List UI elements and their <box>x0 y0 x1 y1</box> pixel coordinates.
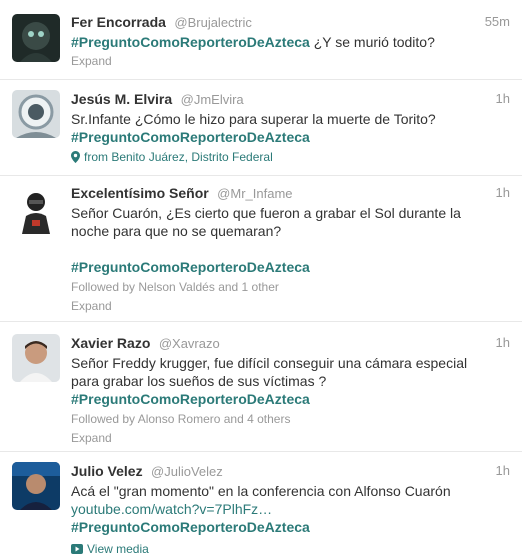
username[interactable]: @Xavrazo <box>159 336 220 351</box>
tweet[interactable]: Xavier Razo @Xavrazo 1h Señor Freddy kru… <box>0 322 522 452</box>
view-media-link[interactable]: View media <box>71 540 510 558</box>
tweet-header: Excelentísimo Señor @Mr_Infame 1h <box>71 184 510 202</box>
tweet-content: Julio Velez @JulioVelez 1h Acá el "gran … <box>71 462 510 558</box>
geo-location-text: from Benito Juárez, Distrito Federal <box>84 150 273 164</box>
tweet-content: Excelentísimo Señor @Mr_Infame 1h Señor … <box>71 184 510 315</box>
geo-location[interactable]: from Benito Juárez, Distrito Federal <box>71 148 510 166</box>
followed-by[interactable]: Followed by Alonso Romero and 4 others <box>71 410 510 428</box>
tweet[interactable]: Jesús M. Elvira @JmElvira 1h Sr.Infante … <box>0 80 522 176</box>
expand-link[interactable]: Expand <box>71 297 510 315</box>
tweet-text: #PreguntoComoReporteroDeAzteca ¿Y se mur… <box>71 33 510 51</box>
tweet-text: Señor Cuarón, ¿Es cierto que fueron a gr… <box>71 204 510 276</box>
hashtag-link[interactable]: #PreguntoComoReporteroDeAzteca <box>71 259 310 275</box>
avatar[interactable] <box>12 334 60 382</box>
timestamp[interactable]: 1h <box>496 90 510 108</box>
username[interactable]: @Brujalectric <box>174 15 252 30</box>
avatar[interactable] <box>12 14 60 62</box>
fullname[interactable]: Excelentísimo Señor <box>71 185 209 201</box>
tweet-content: Xavier Razo @Xavrazo 1h Señor Freddy kru… <box>71 334 510 447</box>
timestamp[interactable]: 1h <box>496 184 510 202</box>
tweet-header: Jesús M. Elvira @JmElvira 1h <box>71 90 510 108</box>
timeline: Fer Encorrada @Brujalectric 55m #Pregunt… <box>0 0 522 560</box>
expand-link[interactable]: Expand <box>71 52 510 70</box>
tweet-text-line: para grabar los sueños de sus víctimas ? <box>71 373 327 389</box>
tweet-header: Julio Velez @JulioVelez 1h <box>71 462 510 480</box>
fullname[interactable]: Jesús M. Elvira <box>71 91 172 107</box>
url-link[interactable]: youtube.com/watch?v=7PlhFz… <box>71 501 272 517</box>
tweet-text-body: ¿Y se murió todito? <box>309 34 435 50</box>
hashtag-link[interactable]: #PreguntoComoReporteroDeAzteca <box>71 391 310 407</box>
tweet-text-line: Señor Cuarón, ¿Es cierto que fueron a gr… <box>71 205 461 221</box>
tweet-content: Fer Encorrada @Brujalectric 55m #Pregunt… <box>71 13 510 70</box>
username[interactable]: @Mr_Infame <box>217 186 292 201</box>
followed-by[interactable]: Followed by Nelson Valdés and 1 other <box>71 278 510 296</box>
fullname[interactable]: Xavier Razo <box>71 335 150 351</box>
avatar-image <box>12 462 60 510</box>
avatar-image <box>12 90 60 138</box>
tweet-text: Acá el "gran momento" en la conferencia … <box>71 482 510 536</box>
hashtag-link[interactable]: #PreguntoComoReporteroDeAzteca <box>71 129 310 145</box>
tweet-text: Señor Freddy krugger, fue difícil conseg… <box>71 354 510 408</box>
avatar[interactable] <box>12 462 60 510</box>
avatar[interactable] <box>12 186 60 234</box>
tweet-text-line: Acá el "gran momento" en la conferencia … <box>71 483 451 499</box>
username[interactable]: @JulioVelez <box>151 464 223 479</box>
timestamp[interactable]: 1h <box>496 462 510 480</box>
avatar-image <box>12 186 60 234</box>
tweet-text-line: Señor Freddy krugger, fue difícil conseg… <box>71 355 468 371</box>
avatar-image <box>12 334 60 382</box>
map-pin-icon <box>71 151 80 163</box>
hashtag-link[interactable]: #PreguntoComoReporteroDeAzteca <box>71 34 310 50</box>
avatar[interactable] <box>12 90 60 138</box>
timestamp[interactable]: 55m <box>485 13 510 31</box>
tweet[interactable]: Julio Velez @JulioVelez 1h Acá el "gran … <box>0 452 522 560</box>
media-icon <box>71 544 83 554</box>
expand-link[interactable]: Expand <box>71 429 510 447</box>
fullname[interactable]: Julio Velez <box>71 463 143 479</box>
tweet-header: Fer Encorrada @Brujalectric 55m <box>71 13 510 31</box>
timestamp[interactable]: 1h <box>496 334 510 352</box>
tweet[interactable]: Excelentísimo Señor @Mr_Infame 1h Señor … <box>0 176 522 322</box>
tweet[interactable]: Fer Encorrada @Brujalectric 55m #Pregunt… <box>0 0 522 80</box>
fullname[interactable]: Fer Encorrada <box>71 14 166 30</box>
tweet-text: Sr.Infante ¿Cómo le hizo para superar la… <box>71 110 510 146</box>
view-media-label: View media <box>87 542 149 556</box>
tweet-header: Xavier Razo @Xavrazo 1h <box>71 334 510 352</box>
tweet-content: Jesús M. Elvira @JmElvira 1h Sr.Infante … <box>71 90 510 166</box>
avatar-image <box>12 14 60 62</box>
tweet-text-line: Sr.Infante ¿Cómo le hizo para superar la… <box>71 111 436 127</box>
hashtag-link[interactable]: #PreguntoComoReporteroDeAzteca <box>71 519 310 535</box>
username[interactable]: @JmElvira <box>181 92 244 107</box>
tweet-text-line: noche para que no se quemaran? <box>71 223 282 239</box>
